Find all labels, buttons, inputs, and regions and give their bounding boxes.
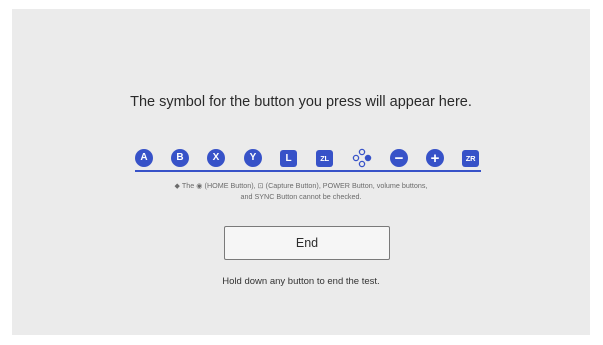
dpad-glyph (352, 148, 372, 168)
unsupported-buttons-note: ◆ The ◉ (HOME Button), ⊡ (Capture Button… (12, 180, 590, 202)
note-line-1: ◆ The ◉ (HOME Button), ⊡ (Capture Button… (174, 181, 428, 190)
plus-button-icon: + (426, 149, 444, 167)
zr-button-icon: ZR (462, 150, 479, 167)
hold-to-end-hint: Hold down any button to end the test. (222, 276, 380, 287)
end-button[interactable]: End (224, 226, 390, 260)
prompt-text: The symbol for the button you press will… (130, 94, 472, 110)
minus-button-icon: − (390, 149, 408, 167)
b-button-icon: B (171, 149, 189, 167)
a-button-icon: A (135, 149, 153, 167)
controller-test-panel: The symbol for the button you press will… (12, 9, 590, 335)
l-button-icon: L (280, 150, 297, 167)
icon-row-underline (135, 170, 481, 172)
dpad-icon (352, 148, 372, 168)
x-button-icon: X (207, 149, 225, 167)
zl-button-icon: ZL (316, 150, 333, 167)
button-icon-row: A B X Y L ZL − + ZR (135, 148, 479, 171)
y-button-icon: Y (244, 149, 262, 167)
note-line-2: and SYNC Button cannot be checked. (240, 192, 362, 201)
